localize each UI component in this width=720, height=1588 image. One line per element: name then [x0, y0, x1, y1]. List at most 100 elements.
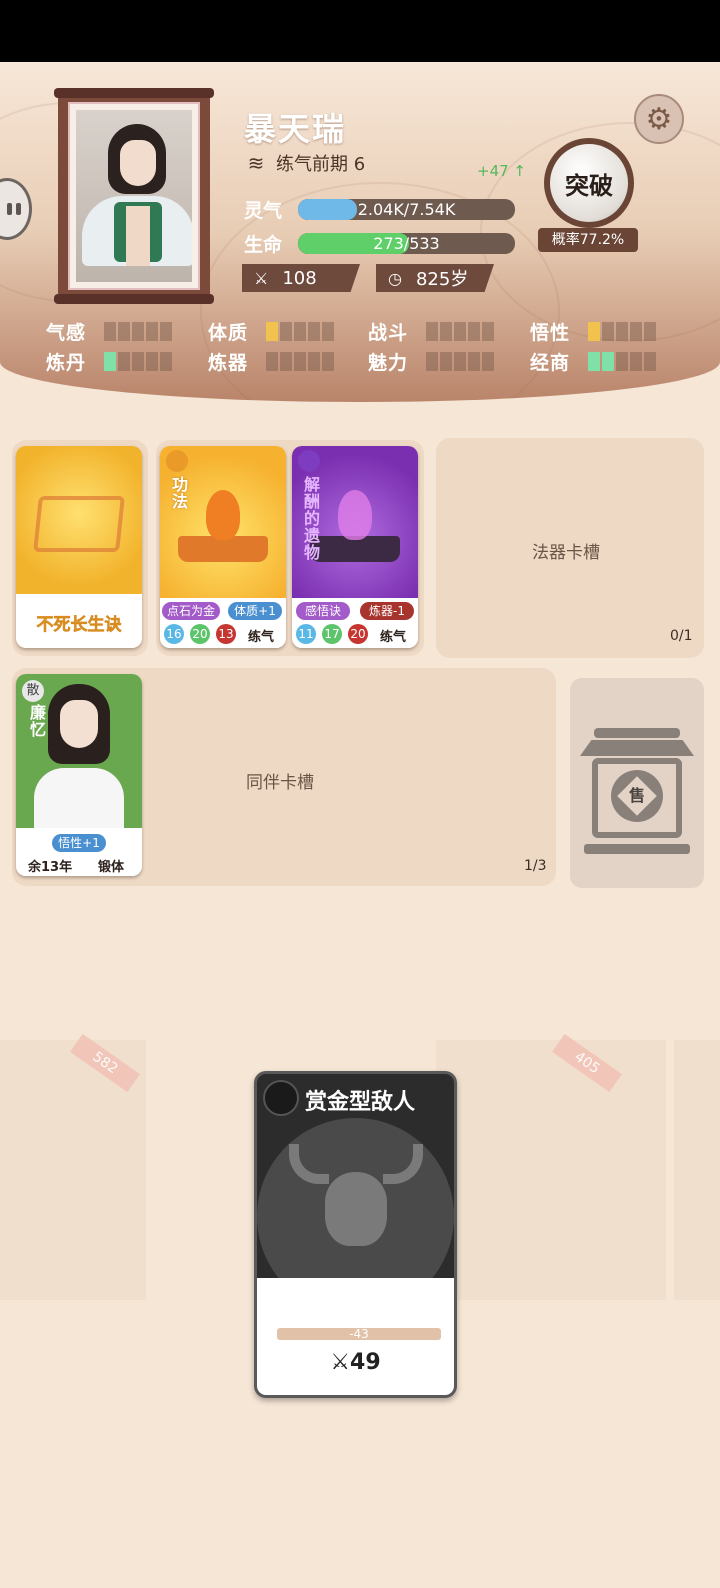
attr-pip [482, 352, 494, 371]
hp-value: 273/533 [373, 234, 440, 253]
crossed-swords-icon: ⚔ [330, 1350, 351, 1375]
attr-pip [588, 322, 600, 341]
settings-gear-icon[interactable]: ⚙ [634, 94, 684, 144]
companion-slot-label: 同伴卡槽 [246, 773, 314, 793]
breakthrough-probability: 概率77.2% [538, 228, 638, 252]
hp-bar: 273/533 [298, 233, 515, 254]
attr-pip [468, 322, 480, 341]
player-portrait-scroll[interactable] [54, 88, 214, 304]
player-realm: ≋ 练气前期 6 [244, 150, 366, 176]
enemy-type-icon [263, 1080, 299, 1116]
stat-number: 17 [322, 624, 342, 644]
artifact-slot-count: 0/1 [670, 628, 693, 644]
relic-type-label: 解酬的遗物 [301, 476, 320, 561]
attr-pip [616, 322, 628, 341]
attr-lianqi: 炼器 [208, 348, 334, 375]
technique-tag: 点石为金 [162, 602, 220, 620]
companion-card[interactable]: 散 廉忆 悟性+1 余13年 锻体 [16, 674, 142, 876]
companion-tag: 悟性+1 [52, 834, 106, 852]
attr-tizhi: 体质 [208, 318, 334, 345]
artifact-slot[interactable]: 法器卡槽 0/1 [436, 438, 704, 658]
attr-pip [630, 322, 642, 341]
technique-type-icon [166, 450, 188, 472]
attr-pip [132, 352, 144, 371]
attr-pip [118, 352, 130, 371]
attr-qigan: 气感 [46, 318, 172, 345]
hp-row: 生命 273/533 [244, 230, 515, 257]
technique-type-label: 功法 [169, 476, 188, 510]
enemy-info-panel: -43 ⚔49 [257, 1278, 454, 1395]
attr-pip [280, 352, 292, 371]
attr-pip [104, 352, 116, 371]
companion-slot-count: 1/3 [524, 858, 547, 874]
attr-pip [454, 352, 466, 371]
stat-number: 13 [216, 624, 236, 644]
qi-gain-rate: +47 ↑ [477, 162, 526, 180]
technique-tag: 体质+1 [228, 602, 282, 620]
attr-pips [588, 352, 656, 371]
attr-liandan: 炼丹 [46, 348, 172, 375]
breakthrough-button[interactable]: 突破 [544, 138, 634, 228]
crossed-swords-icon: ⚔ [254, 268, 269, 288]
attr-pip [160, 322, 172, 341]
attr-pip [440, 322, 452, 341]
attr-pips [104, 352, 172, 371]
main-technique-title: 不死长生诀 [36, 615, 122, 636]
companion-badge: 散 [22, 680, 44, 702]
technique-rank: 练气 [248, 630, 275, 645]
realm-label: 练气前期 6 [276, 154, 366, 175]
attr-pip [630, 352, 642, 371]
attr-pip [308, 322, 320, 341]
enemy-title: 赏金型敌人 [305, 1090, 416, 1115]
age-chip: ◷ 825岁 [376, 264, 494, 292]
player-name: 暴天瑞 [244, 110, 347, 148]
attr-pip [146, 352, 158, 371]
attr-pip [454, 322, 466, 341]
attr-pip [588, 352, 600, 371]
clock-icon: ◷ [388, 268, 402, 288]
attr-pip [426, 322, 438, 341]
hp-label: 生命 [244, 234, 283, 256]
attr-pip [266, 322, 278, 341]
attr-pips [426, 352, 494, 371]
enemy-delta: -43 [277, 1328, 441, 1340]
attr-pip [160, 352, 172, 371]
attr-pip [602, 322, 614, 341]
attr-pip [644, 322, 656, 341]
power-value: 108 [282, 267, 317, 289]
attr-pip [322, 322, 334, 341]
background-stall-right [436, 1040, 666, 1300]
technique-card[interactable]: 功法 点石为金 体质+1 16 20 13 练气 [160, 446, 286, 648]
attr-pip [308, 352, 320, 371]
relic-card[interactable]: 解酬的遗物 感悟诀 炼器-1 11 17 20 练气 [292, 446, 418, 648]
attr-pip [294, 352, 306, 371]
attr-meili: 魅力 [368, 348, 494, 375]
companion-name: 廉忆 [27, 704, 46, 738]
qi-value: 2.04K/7.54K [357, 200, 456, 219]
attr-pip [294, 322, 306, 341]
relic-tag: 感悟诀 [296, 602, 350, 620]
breakthrough-label: 突破 [550, 144, 628, 222]
attr-pip [104, 322, 116, 341]
attr-pip [644, 352, 656, 371]
background-stall-edge [674, 1040, 720, 1300]
attr-pip [266, 352, 278, 371]
artifact-slot-label: 法器卡槽 [532, 543, 600, 563]
realm-icon: ≋ [247, 151, 265, 175]
attr-pip [132, 322, 144, 341]
stat-number: 16 [164, 624, 184, 644]
relic-tag: 炼器-1 [360, 602, 414, 620]
bounty-enemy-card[interactable]: -43 ⚔49 赏金型敌人 [254, 1071, 457, 1398]
sell-shop-button[interactable]: 售 [570, 678, 704, 888]
attr-zhandou: 战斗 [368, 318, 494, 345]
main-technique-card[interactable]: 不死长生诀 [16, 446, 142, 648]
attr-pips [104, 322, 172, 341]
enemy-power: 49 [350, 1350, 381, 1375]
attr-wuxing: 悟性 [530, 318, 656, 345]
shop-glyph: 售 [628, 786, 645, 805]
attr-jingshang: 经商 [530, 348, 656, 375]
attr-pip [146, 322, 158, 341]
attr-pips [426, 322, 494, 341]
attr-pips [266, 352, 334, 371]
attr-pip [602, 352, 614, 371]
